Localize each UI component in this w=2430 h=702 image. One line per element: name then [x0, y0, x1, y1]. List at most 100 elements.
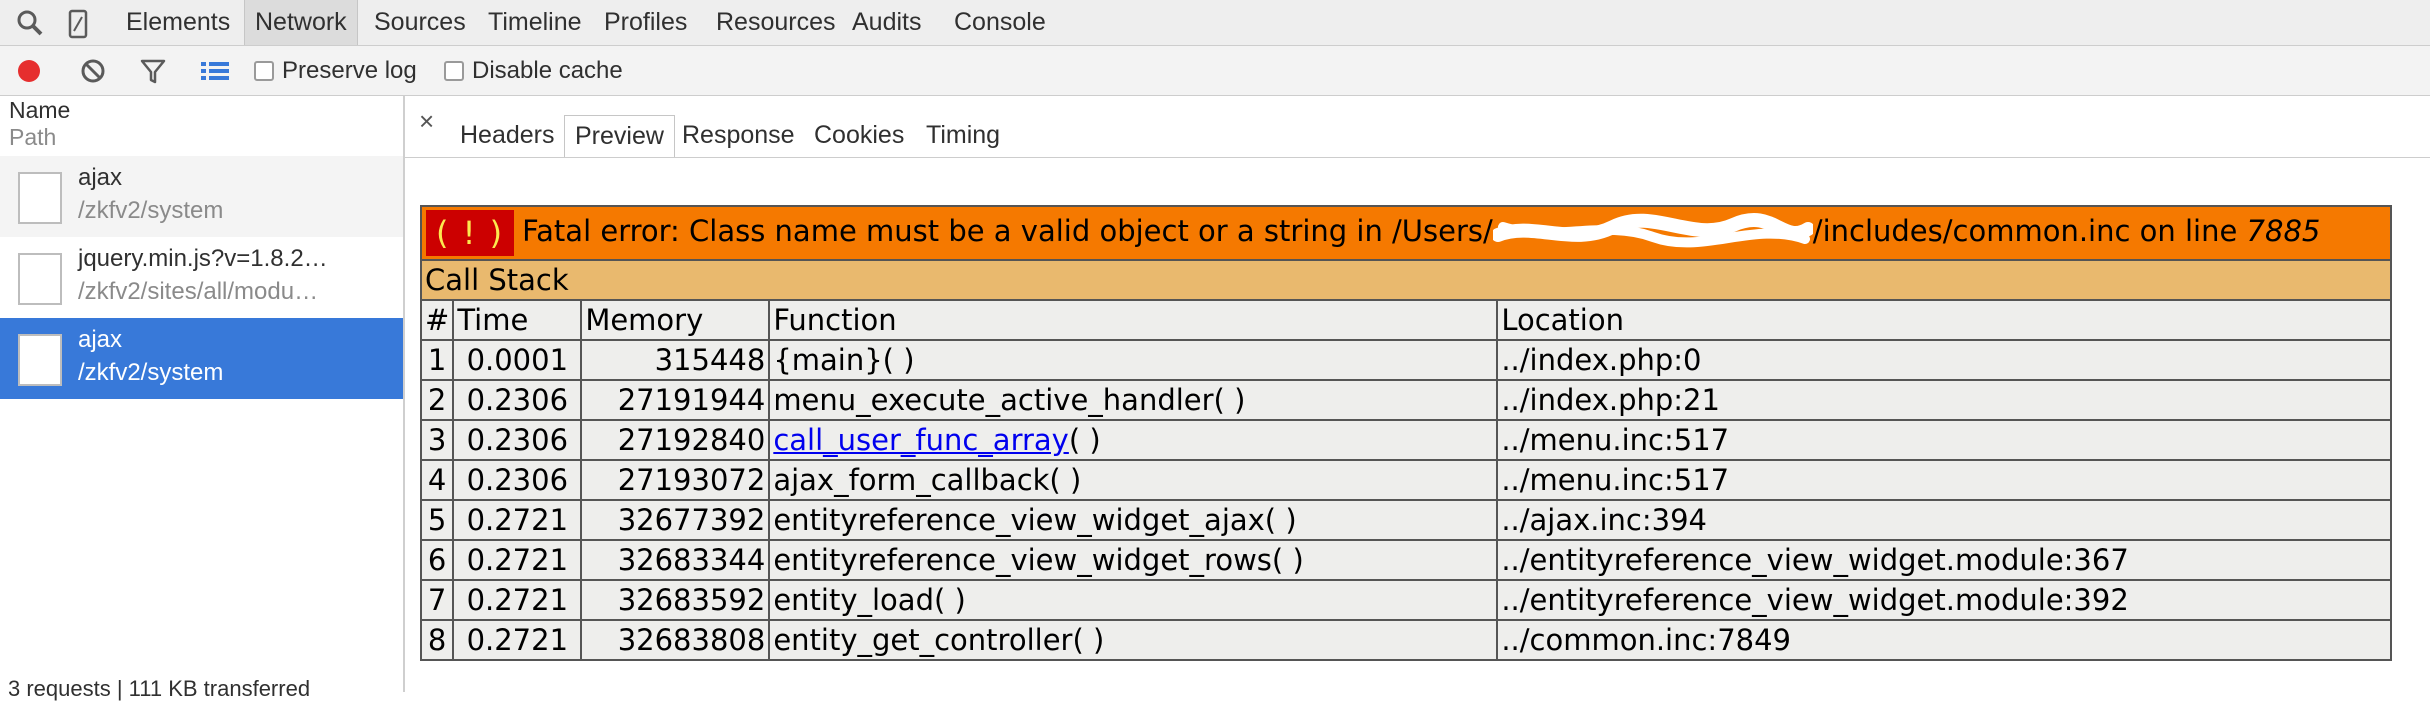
- tab-timing[interactable]: Timing: [916, 115, 1010, 155]
- col-time: Time: [452, 299, 583, 341]
- stack-time: 0.2721: [452, 619, 583, 661]
- call-stack-row: 4 0.2306 27193072 ajax_form_callback( ) ../m…: [419, 459, 2392, 501]
- stack-location: ../common.inc:7849: [1496, 619, 2392, 661]
- stack-location: ../entityreference_view_widget.module:36…: [1496, 539, 2392, 581]
- call-stack-row: 6 0.2721 32683344 entityreference_view_widg…: [419, 539, 2392, 581]
- filter-icon[interactable]: [139, 57, 167, 85]
- network-status-bar: 3 requests | 111 KB transferred: [8, 676, 311, 701]
- column-name[interactable]: Name: [9, 97, 70, 124]
- request-row-selected[interactable]: ajax /zkfv2/system: [0, 318, 403, 399]
- function-doc-link[interactable]: call_user_func_array: [773, 423, 1069, 457]
- call-stack-row: 8 0.2721 32683808 entity_get_controller( ).…: [419, 619, 2392, 661]
- error-message-end: /includes/common.inc on line: [1812, 214, 2247, 248]
- stack-memory: 27193072: [580, 459, 771, 501]
- call-stack-row: 2 0.2306 27191944 menu_execute_active_handl…: [419, 379, 2392, 421]
- stack-time: 0.2721: [452, 579, 583, 621]
- stack-index: 7: [419, 579, 455, 621]
- tab-response[interactable]: Response: [672, 115, 805, 155]
- call-stack-header-row: # Time Memory Function Location: [419, 299, 2392, 341]
- stack-function: entityreference_view_widget_rows( ): [768, 539, 1499, 581]
- call-stack-row: 3 0.2306 27192840 call_user_func_array( )..…: [419, 419, 2392, 461]
- disable-cache-box[interactable]: [444, 61, 464, 81]
- fatal-error-cell: ( ! ) Fatal error: Class name must be a v…: [420, 205, 2392, 261]
- disable-cache-checkbox[interactable]: Disable cache: [444, 56, 623, 86]
- request-path: /zkfv2/sites/all/modu…: [78, 278, 319, 305]
- col-function: Function: [768, 299, 1499, 341]
- record-icon[interactable]: [15, 57, 43, 85]
- stack-location: ../ajax.inc:394: [1496, 499, 2392, 541]
- preserve-log-checkbox[interactable]: Preserve log: [254, 56, 417, 86]
- list-view-icon[interactable]: [199, 57, 231, 85]
- stack-index: 4: [419, 459, 455, 501]
- stack-index: 6: [419, 539, 455, 581]
- panel-tab-network[interactable]: Network: [244, 0, 358, 45]
- preserve-log-box[interactable]: [254, 61, 274, 81]
- document-icon: [18, 172, 62, 224]
- request-name: jquery.min.js?v=1.8.2…: [78, 245, 328, 272]
- stack-location: ../index.php:0: [1496, 339, 2392, 381]
- request-path: /zkfv2/system: [78, 197, 224, 224]
- stack-memory: 315448: [580, 339, 771, 381]
- fatal-error-row: ( ! ) Fatal error: Class name must be a v…: [420, 205, 2392, 261]
- stack-time: 0.2721: [452, 539, 583, 581]
- col-index: #: [419, 299, 455, 341]
- tab-cookies[interactable]: Cookies: [804, 115, 914, 155]
- device-mode-icon[interactable]: [68, 9, 88, 39]
- panel-tab-resources[interactable]: Resources: [706, 0, 846, 45]
- close-icon[interactable]: ×: [419, 106, 434, 137]
- panel-tab-timeline[interactable]: Timeline: [478, 0, 592, 45]
- stack-index: 2: [419, 379, 455, 421]
- stack-time: 0.0001: [452, 339, 583, 381]
- stack-time: 0.2306: [452, 379, 583, 421]
- stack-location: ../entityreference_view_widget.module:39…: [1496, 579, 2392, 621]
- request-name: ajax: [78, 164, 123, 191]
- stack-time: 0.2306: [452, 419, 583, 461]
- stack-memory: 27191944: [580, 379, 771, 421]
- panel-tab-sources[interactable]: Sources: [364, 0, 476, 45]
- error-icon: ( ! ): [426, 210, 515, 256]
- call-stack-row: 5 0.2721 32677392 entityreference_view_widg…: [419, 499, 2392, 541]
- tab-headers[interactable]: Headers: [450, 115, 565, 155]
- document-icon: [18, 253, 62, 305]
- call-stack-row: 1 0.0001 315448 {main}( ) ../index.php:0: [419, 339, 2392, 381]
- stack-index: 1: [419, 339, 455, 381]
- stack-memory: 32683592: [580, 579, 771, 621]
- stack-location: ../index.php:21: [1496, 379, 2392, 421]
- stack-time: 0.2306: [452, 459, 583, 501]
- column-path: Path: [9, 124, 57, 150]
- stack-location: ../menu.inc:517: [1496, 419, 2392, 461]
- stack-memory: 27192840: [580, 419, 771, 461]
- redaction-scribble: [1492, 213, 1813, 248]
- col-location: Location: [1496, 299, 2392, 341]
- stack-index: 3: [419, 419, 455, 461]
- request-list-header[interactable]: Name Path: [0, 96, 403, 157]
- call-stack-title: Call Stack: [420, 259, 2392, 301]
- request-name: ajax: [78, 326, 123, 353]
- stack-function: entityreference_view_widget_ajax( ): [768, 499, 1499, 541]
- devtools-panel-bar: Elements Network Sources Timeline Profiles Re…: [0, 0, 2430, 46]
- network-toolbar: Preserve log Disable cache: [0, 46, 2430, 96]
- clear-icon[interactable]: [79, 57, 107, 85]
- stack-function: call_user_func_array( ): [768, 419, 1499, 461]
- detail-tabs: × Headers Preview Response Cookies Timing: [405, 96, 2430, 158]
- error-message-start: Fatal error: Class name must be a valid …: [522, 214, 1493, 248]
- call-stack-row: 7 0.2721 32683592 entity_load( ) ../entityre…: [419, 579, 2392, 621]
- stack-function: ajax_form_callback( ): [768, 459, 1499, 501]
- panel-tab-audits[interactable]: Audits: [842, 0, 931, 45]
- stack-time: 0.2721: [452, 499, 583, 541]
- function-parens: ( ): [1068, 423, 1101, 457]
- xdebug-error-table: ( ! ) Fatal error: Class name must be a v…: [419, 205, 2392, 661]
- request-row[interactable]: ajax /zkfv2/system: [0, 156, 403, 237]
- panel-tab-console[interactable]: Console: [944, 0, 1056, 45]
- request-row[interactable]: jquery.min.js?v=1.8.2… /zkfv2/sites/all/…: [0, 237, 403, 318]
- stack-index: 8: [419, 619, 455, 661]
- tab-preview[interactable]: Preview: [564, 115, 675, 157]
- stack-memory: 32677392: [580, 499, 771, 541]
- panel-tab-elements[interactable]: Elements: [116, 0, 240, 45]
- search-icon[interactable]: [16, 9, 44, 37]
- request-path: /zkfv2/system: [78, 359, 224, 386]
- col-memory: Memory: [580, 299, 771, 341]
- panel-tab-profiles[interactable]: Profiles: [594, 0, 697, 45]
- stack-index: 5: [419, 499, 455, 541]
- stack-location: ../menu.inc:517: [1496, 459, 2392, 501]
